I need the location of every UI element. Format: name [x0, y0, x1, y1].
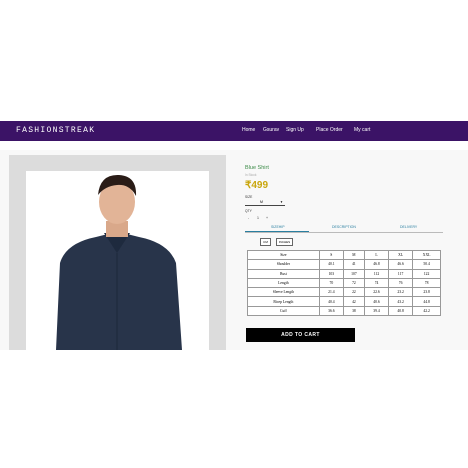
tab-delivery[interactable]: DELIVERY — [400, 225, 417, 229]
active-tab-indicator — [245, 231, 309, 233]
table-header: M — [342, 249, 365, 261]
nav-user[interactable]: Gsurav — [263, 127, 279, 133]
table-header: XXL — [412, 249, 441, 261]
chevron-down-icon: ▼ — [280, 200, 283, 204]
nav-my-cart[interactable]: My cart — [354, 127, 370, 133]
table-cell: 41 — [342, 259, 365, 270]
table-cell: Bust — [247, 268, 320, 279]
table-cell: 21.4 — [318, 287, 344, 298]
table-row: Bicep Length 40.4 42 40.6 43.2 44.8 — [247, 296, 441, 307]
tab-description[interactable]: DESCRIPTION — [332, 225, 356, 229]
table-cell: 42 — [342, 296, 365, 307]
nav-home[interactable]: Home — [242, 127, 255, 133]
table-cell: 23.8 — [412, 287, 441, 298]
table-cell: 117 — [388, 268, 414, 279]
table-cell: 103 — [318, 268, 344, 279]
product-price: ₹499 — [245, 180, 269, 191]
table-cell: Length — [247, 277, 320, 289]
table-cell: 78 — [412, 277, 441, 289]
table-cell: 38 — [342, 305, 365, 317]
add-to-cart-button[interactable]: ADD TO CART — [246, 328, 355, 342]
table-row: Sleeve Length 21.4 22 22.6 23.2 23.8 — [247, 287, 441, 298]
table-cell: 76 — [388, 277, 414, 289]
table-header: Size — [247, 249, 320, 261]
model-shirt-photo — [26, 171, 209, 350]
plus-icon[interactable]: + — [266, 216, 268, 220]
table-cell: 36.6 — [318, 305, 344, 317]
table-row: Bust 103 107 112 117 122 — [247, 268, 441, 279]
table-cell: 72 — [342, 277, 365, 289]
table-cell: Cuff — [247, 305, 320, 317]
size-select[interactable]: M ▼ — [245, 200, 285, 206]
table-cell: 22.6 — [363, 287, 390, 298]
table-cell: 22 — [342, 287, 365, 298]
table-cell: 70 — [318, 277, 344, 289]
table-cell: 46.8 — [363, 259, 390, 270]
table-row: Length 70 72 74 76 78 — [247, 277, 441, 289]
table-cell: 40.6 — [363, 296, 390, 307]
table-cell: 74 — [363, 277, 390, 289]
table-header-row: Size S M L XL XXL — [247, 249, 441, 261]
qty-label: QTY — [245, 209, 252, 213]
table-cell: 122 — [412, 268, 441, 279]
table-cell: 107 — [342, 268, 365, 279]
top-navbar: FASHIONSTREAK Home Gsurav Sign Up Place … — [0, 121, 468, 141]
size-chart-table: Size S M L XL XXL Shoulder 40.1 41 46.8 … — [247, 249, 441, 317]
nav-sign-up[interactable]: Sign Up — [286, 127, 304, 133]
table-cell: 40.4 — [318, 296, 344, 307]
table-row: Cuff 36.6 38 39.4 40.8 42.2 — [247, 305, 441, 317]
table-cell: Shoulder — [247, 259, 320, 270]
tab-sizechart[interactable]: SIZEHIP — [271, 225, 285, 229]
cm-button[interactable]: CM — [260, 238, 271, 246]
table-cell: 46.6 — [388, 259, 414, 270]
product-image — [26, 171, 209, 350]
qty-value: 1 — [257, 216, 259, 220]
product-title: Blue Shirt — [245, 165, 269, 171]
table-cell: Bicep Length — [247, 296, 320, 307]
table-cell: 39.4 — [363, 305, 390, 317]
nav-place-order[interactable]: Place Order — [316, 127, 343, 133]
table-header: XL — [388, 249, 414, 261]
table-header: S — [318, 249, 344, 261]
table-cell: 43.2 — [388, 296, 414, 307]
table-cell: 42.2 — [412, 305, 441, 317]
size-value: M — [260, 200, 263, 204]
brand-logo[interactable]: FASHIONSTREAK — [16, 126, 95, 135]
table-cell: 40.8 — [388, 305, 414, 317]
table-cell: 44.8 — [412, 296, 441, 307]
table-cell: 40.1 — [318, 259, 344, 270]
table-cell: Sleeve Length — [247, 287, 320, 298]
size-label: SIZE — [245, 195, 253, 199]
table-cell: 23.2 — [388, 287, 414, 298]
table-header: L — [363, 249, 390, 261]
stock-status: In Stock — [245, 173, 257, 177]
table-cell: 112 — [363, 268, 390, 279]
table-row: Shoulder 40.1 41 46.8 46.6 50.4 — [247, 259, 441, 270]
qty-stepper[interactable]: - 1 + — [245, 216, 275, 221]
inches-button[interactable]: INCHES — [276, 238, 293, 246]
minus-icon[interactable]: - — [248, 216, 249, 220]
table-cell: 50.4 — [412, 259, 441, 270]
product-tabs: SIZEHIP DESCRIPTION DELIVERY — [245, 225, 443, 233]
